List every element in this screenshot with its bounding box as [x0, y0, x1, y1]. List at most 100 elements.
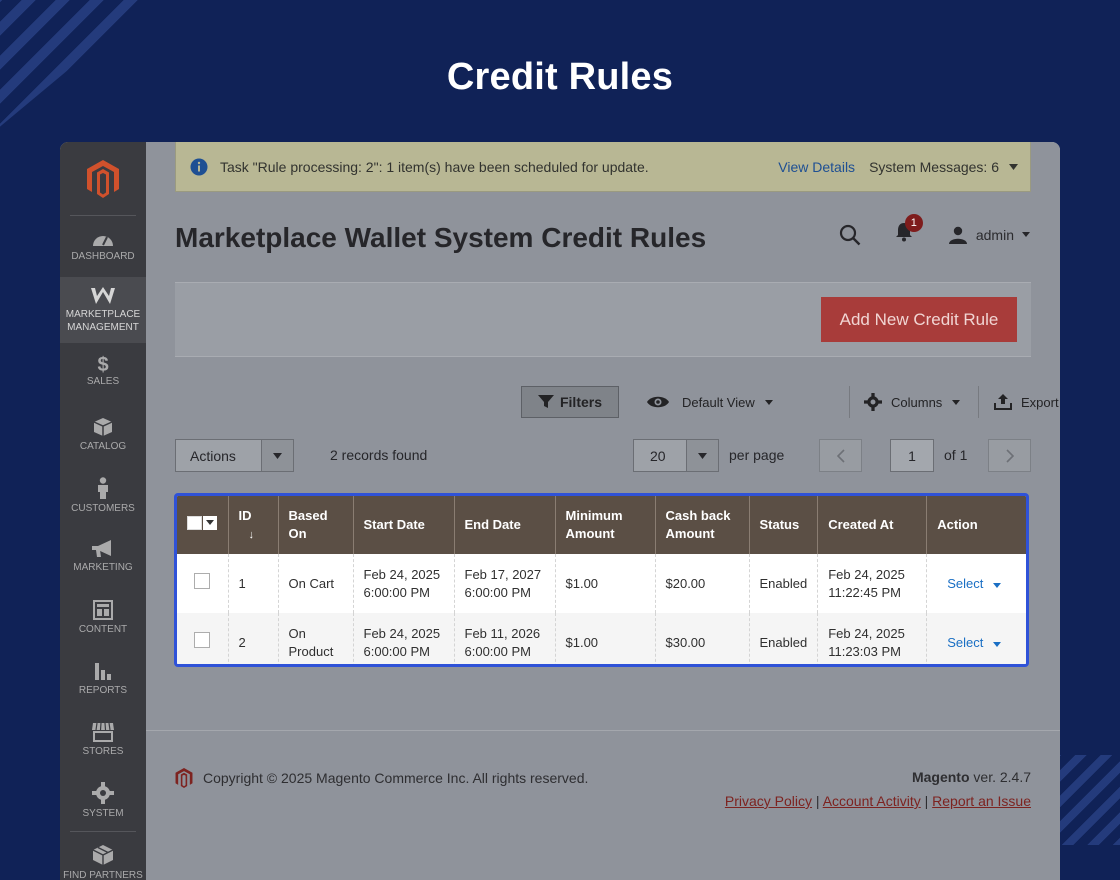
sidebar-item-label: System [82, 807, 124, 819]
time-text: 6:00:00 PM [464, 643, 532, 659]
box-icon [93, 417, 113, 436]
export-dropdown[interactable]: Export [994, 386, 1060, 418]
sidebar-item-stores[interactable]: Stores [60, 709, 146, 770]
default-view-dropdown[interactable]: Default View [646, 386, 773, 418]
columns-label: Columns [891, 394, 943, 410]
report-issue-link[interactable]: Report an Issue [932, 793, 1031, 809]
next-page-button[interactable] [988, 439, 1031, 472]
row-select-action[interactable]: Select [947, 576, 1001, 591]
sidebar-item-marketplace-management[interactable]: Marketplace Management [60, 277, 146, 343]
sidebar-item-content[interactable]: Content [60, 587, 146, 648]
magento-logo-icon [175, 767, 193, 789]
sidebar-item-reports[interactable]: Reports [60, 648, 146, 709]
system-message-bar: Task "Rule processing: 2": 1 item(s) hav… [175, 142, 1031, 192]
column-header-minimum-amount[interactable]: Minimum Amount [555, 496, 656, 554]
sidebar-item-dashboard[interactable]: Dashboard [60, 216, 146, 277]
grid-controls: Actions 2 records found 20 per page 1 of… [146, 439, 1060, 473]
previous-page-button[interactable] [819, 439, 862, 472]
system-message-text: Task "Rule processing: 2": 1 item(s) hav… [220, 158, 649, 175]
layout-icon [93, 599, 113, 620]
caret-down-icon [261, 440, 293, 471]
select-label: Select [947, 634, 984, 650]
cell-status: Enabled [749, 613, 819, 664]
column-header-id[interactable]: ID ↓ [228, 496, 279, 554]
page-number-input[interactable]: 1 [890, 439, 934, 472]
column-header-based-on[interactable]: Based On [278, 496, 354, 554]
admin-sidebar: Dashboard Marketplace Management $ Sales… [60, 142, 146, 880]
table-row: 2 On Product Feb 24, 2025 6:00:00 PM Feb … [177, 613, 1026, 664]
marketplace-w-icon [91, 286, 115, 304]
row-select-cell [177, 554, 229, 613]
footer-links: Privacy Policy | Account Activity | Repo… [725, 793, 1031, 809]
cell-minimum-amount: $1.00 [555, 554, 656, 613]
cell-created-at: Feb 24, 2025 11:22:45 PM [817, 554, 928, 613]
sidebar-item-label: Content [78, 623, 128, 635]
column-header-created-at[interactable]: Created At [817, 496, 928, 554]
date-text: Feb 24, 2025 [363, 566, 441, 582]
sidebar-item-sales[interactable]: $ Sales [60, 343, 146, 404]
per-page-label: per page [729, 447, 785, 463]
time-text: 11:22:45 PM [828, 584, 901, 600]
admin-user-menu[interactable]: admin [948, 226, 1030, 244]
table-row: 1 On Cart Feb 24, 2025 6:00:00 PM Feb 17,… [177, 554, 1026, 613]
grid-toolbar: Filters Default View Columns Export [146, 386, 1060, 420]
sidebar-item-customers[interactable]: Customers [60, 465, 146, 526]
date-text: Feb 11, 2026 [464, 625, 541, 641]
date-text: Feb 17, 2027 [464, 566, 542, 582]
privacy-policy-link[interactable]: Privacy Policy [725, 793, 812, 809]
cell-end-date: Feb 17, 2027 6:00:00 PM [454, 554, 556, 613]
filters-button[interactable]: Filters [521, 386, 619, 418]
column-header-start-date[interactable]: Start Date [353, 496, 455, 554]
notifications-button[interactable]: 1 [895, 214, 923, 247]
cell-end-date: Feb 11, 2026 6:00:00 PM [454, 613, 556, 664]
row-checkbox[interactable] [194, 573, 211, 589]
row-checkbox[interactable] [194, 632, 211, 648]
system-messages-count[interactable]: System Messages: 6 [869, 159, 999, 175]
caret-down-icon[interactable] [1009, 163, 1018, 170]
cell-cash-back-amount: $20.00 [655, 554, 750, 613]
storefront-icon [92, 722, 114, 742]
megaphone-icon [92, 539, 111, 557]
notification-badge: 1 [904, 214, 923, 232]
account-activity-link[interactable]: Account Activity [823, 793, 921, 809]
column-header-cash-back-amount[interactable]: Cash back Amount [655, 496, 750, 554]
admin-window: Dashboard Marketplace Management $ Sales… [60, 142, 1060, 880]
add-new-credit-rule-button[interactable]: Add New Credit Rule [821, 297, 1017, 342]
magento-logo[interactable] [70, 142, 136, 216]
row-select-action[interactable]: Select [947, 635, 1001, 650]
per-page-value: 20 [650, 447, 666, 464]
column-header-label: ID [238, 507, 252, 523]
sidebar-item-marketing[interactable]: Marketing [60, 526, 146, 587]
sort-arrow-icon: ↓ [248, 528, 255, 541]
time-text: 6:00:00 PM [464, 584, 532, 600]
gear-icon [92, 781, 114, 804]
cell-created-at: Feb 24, 2025 11:23:03 PM [817, 613, 928, 664]
search-icon[interactable] [839, 224, 861, 246]
eye-icon [647, 396, 669, 408]
select-label: Select [947, 575, 984, 591]
credit-rules-table: ID ↓ Based On Start Date End Date Minimu… [177, 496, 1026, 664]
sidebar-item-catalog[interactable]: Catalog [60, 404, 146, 465]
toolbar-divider [978, 386, 979, 418]
copyright-text: Copyright © 2025 Magento Commerce Inc. A… [203, 770, 589, 786]
bar-chart-icon [95, 662, 111, 680]
cell-start-date: Feb 24, 2025 6:00:00 PM [353, 554, 455, 613]
caret-down-icon [203, 515, 217, 530]
sidebar-item-label: Customers [71, 502, 135, 514]
column-header-end-date[interactable]: End Date [454, 496, 556, 554]
column-header-status[interactable]: Status [749, 496, 819, 554]
total-pages: of 1 [944, 447, 968, 463]
cell-status: Enabled [749, 554, 819, 613]
sidebar-item-label: Find Partners [63, 869, 143, 880]
page-actions: Add New Credit Rule [175, 282, 1031, 357]
columns-dropdown[interactable]: Columns [864, 386, 961, 418]
sidebar-item-system[interactable]: System [60, 770, 146, 831]
mass-actions-select[interactable]: Actions [175, 439, 294, 472]
credit-rules-grid: ID ↓ Based On Start Date End Date Minimu… [174, 493, 1029, 667]
export-icon [994, 394, 1012, 410]
mass-select-header[interactable] [177, 496, 229, 554]
view-details-link[interactable]: View Details [778, 159, 855, 175]
mass-select-checkbox[interactable] [187, 515, 217, 530]
sidebar-item-find-partners[interactable]: Find Partners [60, 832, 146, 880]
per-page-select[interactable]: 20 [633, 439, 719, 472]
